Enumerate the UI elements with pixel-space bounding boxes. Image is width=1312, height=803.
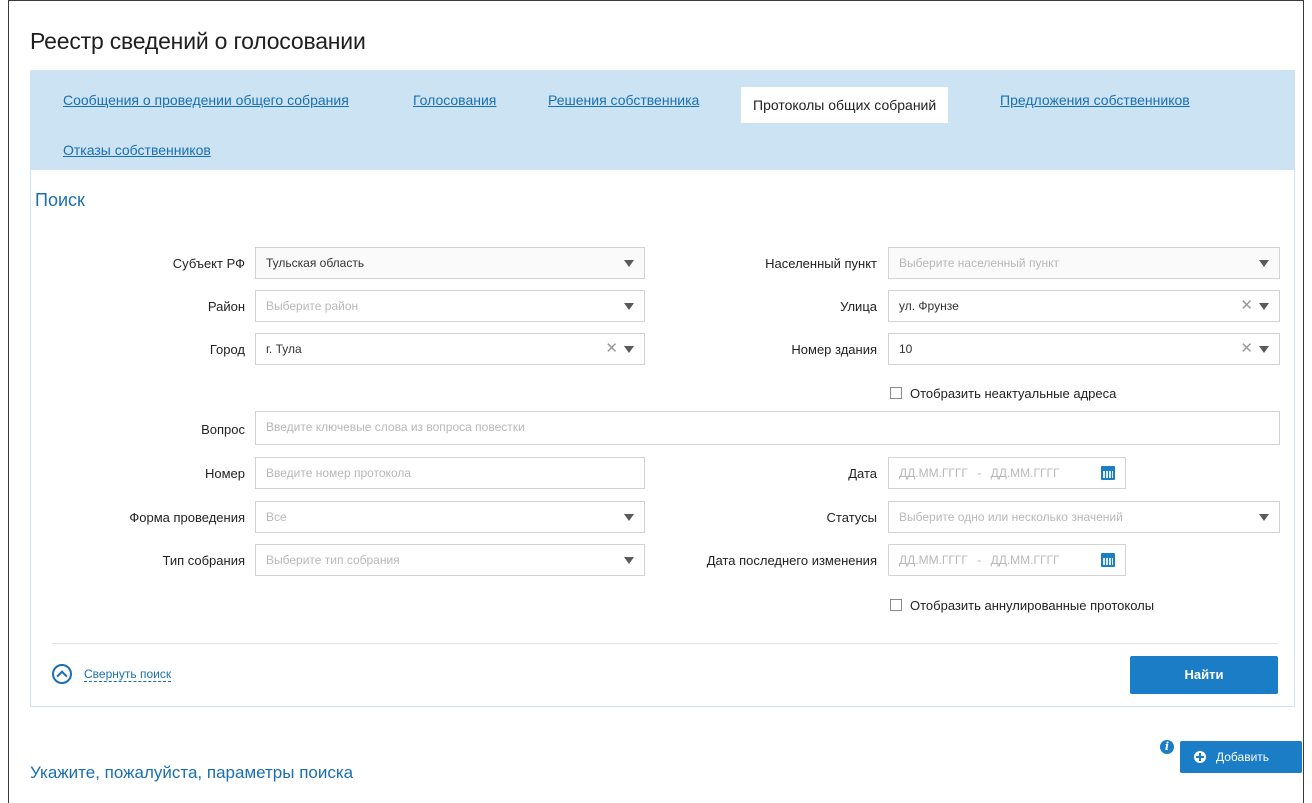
chevron-down-icon [1259,514,1269,521]
question-input[interactable]: Введите ключевые слова из вопроса повест… [255,411,1280,445]
number-label: Номер [204,466,245,481]
add-button[interactable]: Добавить [1180,741,1302,773]
tab-owner-refusals[interactable]: Отказы собственников [63,142,211,158]
clear-icon[interactable]: ✕ [1240,298,1253,314]
chevron-down-icon [624,260,634,267]
page-title: Реестр сведений о голосовании [30,28,366,54]
tab-votings[interactable]: Голосования [413,92,496,108]
calendar-icon[interactable] [1101,466,1115,480]
chevron-down-icon [624,303,634,310]
settlement-select[interactable]: Выберите населенный пункт [888,247,1280,279]
form-placeholder: Все [266,510,287,524]
add-button-label: Добавить [1216,750,1270,764]
last-change-to-placeholder: ДД.ММ.ГГГГ [990,553,1060,567]
settlement-placeholder: Выберите населенный пункт [899,256,1059,270]
street-label: Улица [840,299,877,314]
question-label: Вопрос [201,422,245,437]
date-separator: - [977,466,982,480]
chevron-down-icon [624,346,634,353]
meeting-type-placeholder: Выберите тип собрания [266,553,400,567]
find-button[interactable]: Найти [1130,656,1278,694]
street-value: ул. Фрунзе [899,299,959,313]
form-select[interactable]: Все [255,501,645,533]
chevron-down-icon [1259,346,1269,353]
chevron-up-circle-icon [52,664,72,684]
subject-label: Субъект РФ [172,256,245,271]
date-range-input[interactable]: ДД.ММ.ГГГГ - ДД.ММ.ГГГГ [888,457,1126,489]
show-inactive-label: Отобразить неактуальные адреса [910,386,1117,401]
question-placeholder: Введите ключевые слова из вопроса повест… [266,420,525,434]
clear-icon[interactable]: ✕ [1240,341,1253,357]
checkbox-box[interactable] [890,599,902,611]
search-hint: Укажите, пожалуйста, параметры поиска [30,763,354,782]
district-select[interactable]: Выберите район [255,290,645,322]
city-value: г. Тула [266,342,302,356]
divider [52,643,1278,644]
date-to-placeholder: ДД.ММ.ГГГГ [990,466,1060,480]
city-label: Город [209,342,245,357]
number-placeholder: Введите номер протокола [266,466,412,480]
settlement-label: Населенный пункт [765,256,877,271]
form-label: Форма проведения [129,510,245,525]
district-label: Район [207,299,245,314]
building-select[interactable]: 10 ✕ [888,333,1280,365]
chevron-down-icon [624,557,634,564]
plus-circle-icon [1194,751,1206,763]
chevron-down-icon [1259,260,1269,267]
last-change-range-input[interactable]: ДД.ММ.ГГГГ - ДД.ММ.ГГГГ [888,544,1126,576]
number-input[interactable]: Введите номер протокола [255,457,645,489]
collapse-search-label: Свернуть поиск [84,667,172,683]
last-change-from-placeholder: ДД.ММ.ГГГГ [899,553,968,567]
last-change-separator: - [977,553,982,567]
meeting-type-select[interactable]: Выберите тип собрания [255,544,645,576]
chevron-down-icon [1259,303,1269,310]
last-change-label: Дата последнего изменения [706,553,877,568]
collapse-search-link[interactable]: Свернуть поиск [52,664,172,685]
tab-owner-decisions[interactable]: Решения собственника [548,92,699,108]
info-icon[interactable]: i [1160,740,1174,754]
subject-value: Тульская область [266,256,365,270]
show-inactive-checkbox[interactable]: Отобразить неактуальные адреса [890,386,1116,401]
statuses-label: Статусы [826,510,877,525]
checkbox-box[interactable] [890,387,902,399]
street-select[interactable]: ул. Фрунзе ✕ [888,290,1280,322]
search-title: Поиск [35,190,85,210]
tab-meeting-protocols[interactable]: Протоколы общих собраний [741,87,949,123]
date-from-placeholder: ДД.ММ.ГГГГ [899,466,968,480]
district-placeholder: Выберите район [266,299,359,313]
show-annulled-label: Отобразить аннулированные протоколы [910,598,1155,613]
date-label: Дата [848,466,877,481]
tab-bar: Сообщения о проведении общего собрания Г… [30,70,1295,170]
building-label: Номер здания [791,342,877,357]
statuses-select[interactable]: Выберите одно или несколько значений [888,501,1280,533]
meeting-type-label: Тип собрания [162,553,245,568]
calendar-icon[interactable] [1101,553,1115,567]
chevron-down-icon [624,514,634,521]
subject-select[interactable]: Тульская область [255,247,645,279]
building-value: 10 [899,342,913,356]
show-annulled-checkbox[interactable]: Отобразить аннулированные протоколы [890,598,1154,613]
clear-icon[interactable]: ✕ [605,341,618,357]
city-select[interactable]: г. Тула ✕ [255,333,645,365]
statuses-placeholder: Выберите одно или несколько значений [899,510,1123,524]
tab-meeting-messages[interactable]: Сообщения о проведении общего собрания [63,92,349,108]
tab-owner-proposals[interactable]: Предложения собственников [1000,92,1190,108]
